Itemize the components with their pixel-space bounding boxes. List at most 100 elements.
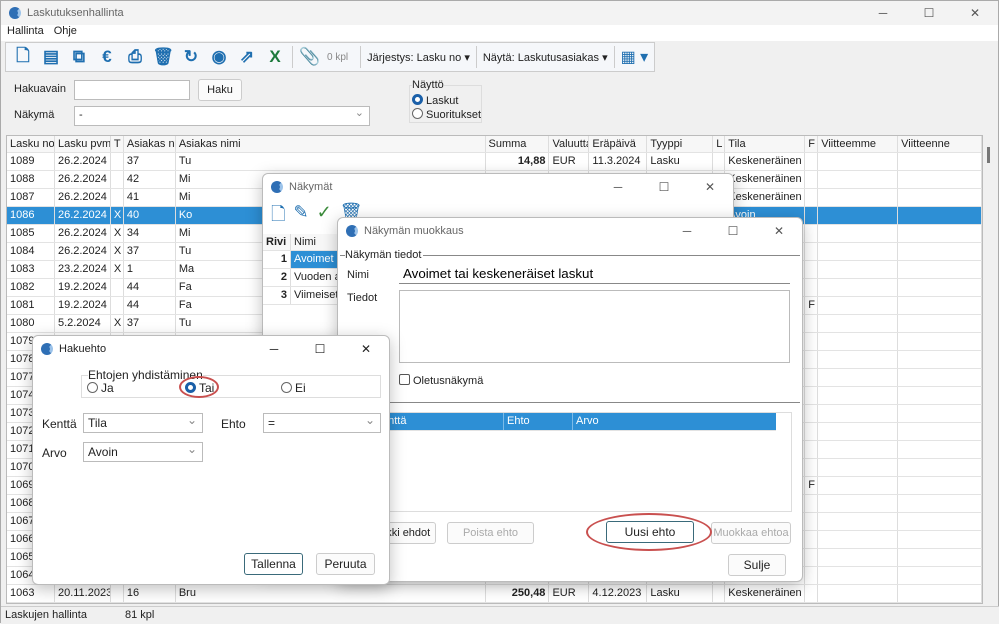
column-header[interactable]: Viitteemme xyxy=(818,136,899,152)
operator-select[interactable]: = xyxy=(263,413,381,433)
minimize-button[interactable]: ─ xyxy=(664,219,710,243)
table-cell xyxy=(898,189,983,206)
table-row[interactable]: 1063 20.11.2023 16 Bru 250,48 EUR 4.12.2023 Las… xyxy=(7,585,983,603)
menu-hallinta[interactable]: Hallinta xyxy=(7,25,44,41)
show-dropdown[interactable]: Näytä: Laskutusasiakas ▾ xyxy=(483,51,608,64)
name-input[interactable] xyxy=(399,264,790,284)
edit-condition-button[interactable]: Muokkaa ehtoa xyxy=(711,522,791,544)
table-cell xyxy=(818,369,899,386)
excel-icon[interactable]: X xyxy=(264,46,286,68)
close-dialog-button[interactable]: Sulje xyxy=(728,554,786,576)
close-button[interactable]: ✕ xyxy=(756,219,802,243)
table-cell: 44 xyxy=(124,279,176,296)
close-button[interactable]: ✕ xyxy=(687,175,733,199)
column-header[interactable]: Asiakas nimi xyxy=(176,136,486,152)
column-header[interactable]: Lasku no ▾ xyxy=(7,136,55,152)
value-select[interactable]: Avoin xyxy=(83,442,203,462)
column-header[interactable]: Eräpäivä xyxy=(589,136,648,152)
send-icon[interactable]: ⇗ xyxy=(236,46,258,68)
radio-ja[interactable]: Ja xyxy=(87,381,114,395)
maximize-button[interactable]: ☐ xyxy=(641,175,687,199)
search-input[interactable] xyxy=(74,80,190,100)
table-cell: 19.2.2024 xyxy=(55,297,111,314)
table-cell: EUR xyxy=(549,153,590,170)
remove-condition-button[interactable]: Poista ehto xyxy=(447,522,534,544)
table-cell xyxy=(805,441,819,458)
window-controls: ─ ☐ ✕ xyxy=(860,1,998,25)
view-select[interactable]: - xyxy=(74,106,370,126)
edit-pencil-icon[interactable]: ✎ xyxy=(293,202,308,232)
view-row[interactable]: 3Viimeiset 2 xyxy=(263,287,343,305)
table-cell: Bru xyxy=(176,585,486,602)
add-view-icon[interactable]: 🗋 xyxy=(271,202,285,232)
apply-check-icon[interactable]: ✓ xyxy=(317,202,332,232)
table-cell: 26.2.2024 xyxy=(55,153,111,170)
scrollbar-thumb[interactable] xyxy=(987,147,990,163)
column-header[interactable]: Tyyppi xyxy=(647,136,714,152)
maximize-button[interactable]: ☐ xyxy=(710,219,756,243)
maximize-button[interactable]: ☐ xyxy=(906,1,952,25)
default-view-checkbox[interactable]: Oletusnäkymä xyxy=(399,374,483,387)
search-button[interactable]: Haku xyxy=(198,79,242,101)
menu-ohje[interactable]: Ohje xyxy=(54,25,77,41)
minimize-button[interactable]: ─ xyxy=(595,175,641,199)
column-header[interactable]: T xyxy=(111,136,124,152)
table-cell xyxy=(818,333,899,350)
attachment-count: 0 kpl xyxy=(327,51,349,63)
column-header[interactable]: L xyxy=(713,136,726,152)
view-row[interactable]: 2Vuoden alu xyxy=(263,269,343,287)
table-cell xyxy=(805,405,819,422)
new-invoice-icon[interactable]: 🗋 xyxy=(12,46,34,68)
table-cell: Keskeneräinen xyxy=(725,171,806,188)
document-icon[interactable]: ▤ xyxy=(40,46,62,68)
maximize-button[interactable]: ☐ xyxy=(297,337,343,361)
close-button[interactable]: ✕ xyxy=(952,1,998,25)
copy-icon[interactable]: ⧉ xyxy=(68,46,90,68)
table-row[interactable]: 1089 26.2.2024 37 Tu 14,88 EUR 11.3.2024 Lasku K… xyxy=(7,153,983,171)
table-cell: 37 xyxy=(124,315,176,332)
app-logo-icon xyxy=(271,181,283,193)
table-cell xyxy=(805,207,819,224)
table-cell: 1063 xyxy=(7,585,55,602)
radio-ei[interactable]: Ei xyxy=(281,381,306,395)
cell: 3 xyxy=(263,287,291,304)
view-label: Näkymä xyxy=(14,109,55,121)
close-button[interactable]: ✕ xyxy=(343,337,389,361)
minimize-button[interactable]: ─ xyxy=(860,1,906,25)
sort-dropdown[interactable]: Järjestys: Lasku no ▾ xyxy=(367,51,470,64)
table-cell: 44 xyxy=(124,297,176,314)
column-header[interactable]: Valuutta xyxy=(549,136,590,152)
table-cell xyxy=(805,243,819,260)
column-header[interactable]: F xyxy=(805,136,819,152)
table-cell xyxy=(805,513,819,530)
highlight-ellipse xyxy=(586,513,712,551)
radio-suoritukset[interactable]: Suoritukset xyxy=(412,108,481,121)
cancel-button[interactable]: Peruuta xyxy=(316,553,375,575)
table-cell: X xyxy=(111,261,124,278)
info-textarea[interactable] xyxy=(399,290,790,363)
table-cell: Keskeneräinen xyxy=(725,189,806,206)
table-cell: 41 xyxy=(124,189,176,206)
field-select[interactable]: Tila xyxy=(83,413,203,433)
print-icon[interactable]: ⎙ xyxy=(124,46,146,68)
column-header[interactable]: Summa xyxy=(486,136,550,152)
table-cell: 1080 xyxy=(7,315,55,332)
euro-icon[interactable]: € xyxy=(96,46,118,68)
view-row[interactable]: 1 Avoimet la xyxy=(263,251,343,269)
table-cell: 1089 xyxy=(7,153,55,170)
table-cell: 20.11.2023 xyxy=(55,585,111,602)
column-header[interactable]: Asiakas no xyxy=(124,136,176,152)
save-button[interactable]: Tallenna xyxy=(244,553,303,575)
table-cell xyxy=(805,315,819,332)
radio-laskut[interactable]: Laskut xyxy=(412,94,458,107)
web-icon[interactable]: ◉ xyxy=(208,46,230,68)
refresh-icon[interactable]: ↻ xyxy=(180,46,202,68)
table-cell: 40 xyxy=(124,207,176,224)
column-header[interactable]: Viitteenne xyxy=(898,136,983,152)
grid-layout-button[interactable]: ▦ ▾ xyxy=(621,47,649,67)
column-header[interactable]: Tila xyxy=(725,136,806,152)
column-header[interactable]: Lasku pvm xyxy=(55,136,111,152)
attachment-icon[interactable]: 📎 xyxy=(299,46,321,68)
minimize-button[interactable]: ─ xyxy=(251,337,297,361)
trash-icon[interactable]: 🗑 xyxy=(152,46,174,68)
